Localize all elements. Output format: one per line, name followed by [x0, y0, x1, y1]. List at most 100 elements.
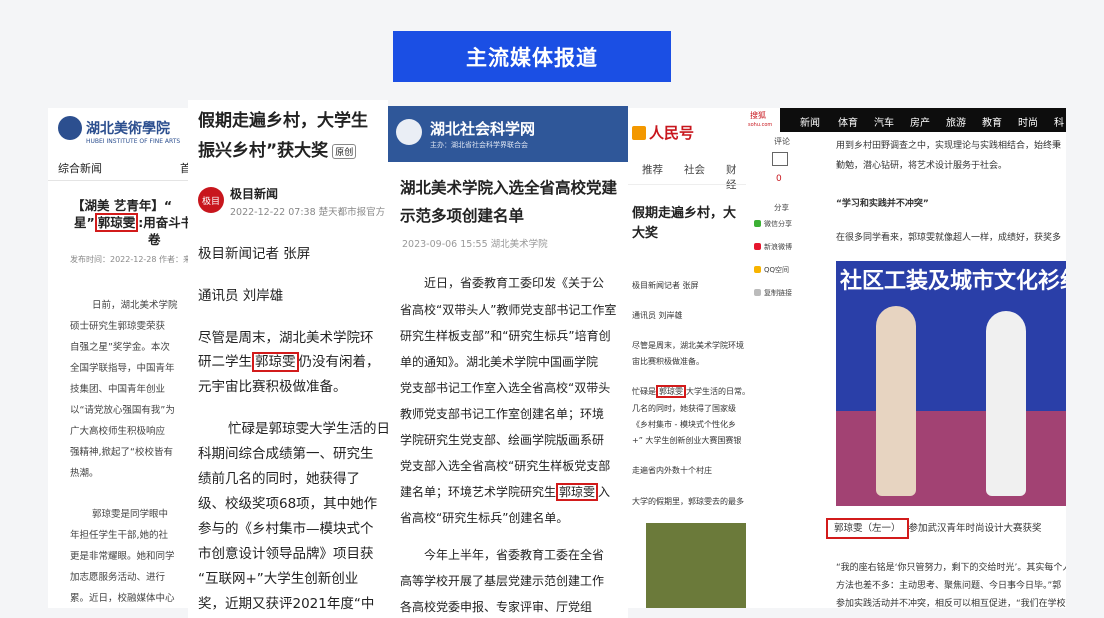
body-line: 忙碌是 郭琼雯 大学生活的日常。: [632, 385, 746, 398]
avatar[interactable]: 极目: [198, 187, 224, 213]
body-line: 高等学校开展了基层党建示范创建工作: [400, 574, 605, 588]
nav-item-realestate[interactable]: 房产: [910, 114, 930, 129]
share-wechat[interactable]: 微信分享: [754, 219, 792, 229]
body-line: 广大高校师生积极响应: [70, 426, 166, 437]
link-icon: [754, 289, 761, 296]
screenshot-hubei-social-science: 湖北社会科学网 主办：湖北省社会科学界联合会 湖北美术学院入选全省高校党建 示范…: [388, 106, 628, 618]
name-highlight: 郭琼雯: [252, 352, 299, 372]
copy-link[interactable]: 复制链接: [754, 288, 792, 298]
body-line: “我的座右铭是‘你只管努力，剩下的交给时光’。其实每个人: [836, 563, 1066, 573]
section-subtitle: “学习和实践并不冲突”: [836, 199, 929, 209]
reporter-line: 极目新闻记者 张屏: [198, 246, 311, 262]
body-line: 自强之星”奖学金。本次: [70, 342, 170, 353]
nav-item-sports[interactable]: 体育: [838, 114, 858, 129]
body-line: 加志愿服务活动、进行: [70, 572, 166, 583]
nav-item-travel[interactable]: 旅游: [946, 114, 966, 129]
org-subtitle: 主办：湖北省社会科学界联合会: [430, 141, 528, 149]
name-highlight: 郭琼雯: [656, 385, 686, 398]
share-qzone[interactable]: QQ空间: [754, 265, 789, 275]
site-header: 湖北社会科学网 主办：湖北省社会科学界联合会: [388, 106, 628, 162]
nav-item-home[interactable]: 首: [180, 160, 188, 176]
nav-item-general-news[interactable]: 综合新闻: [58, 160, 102, 176]
name-highlight: 郭琼雯（左一）: [826, 518, 909, 539]
body-line: 技集团、中国青年创业: [70, 384, 166, 395]
divider: [48, 180, 188, 181]
body-line: 科期间综合成绩第一、研究生: [198, 446, 374, 462]
body-line: 宙比赛积极做准备。: [632, 357, 704, 366]
comment-count: 0: [776, 174, 782, 184]
banner-title: 主流媒体报道: [466, 45, 598, 70]
correspondent-line: 通讯员 刘岸雄: [198, 288, 284, 304]
body-line: 参与的《乡村集市—模块式个: [198, 521, 374, 537]
article-title-line: 大奖: [632, 226, 659, 241]
share-weibo[interactable]: 新浪微博: [754, 242, 792, 252]
body-line: 今年上半年，省委教育工委在全省: [424, 548, 605, 562]
body-line: 市创意设计领导品牌》项目获: [198, 546, 374, 562]
weibo-icon: [754, 243, 761, 250]
body-line: 各高校党委申报、专家评审、厅党组: [400, 600, 593, 614]
body-line: 省高校“研究生标兵”创建名单。: [400, 511, 569, 525]
article-title-line: 湖北美术学院入选全省高校党建: [400, 179, 618, 197]
publish-meta: 2022-12-22 07:38 楚天都市报官方: [230, 207, 386, 218]
body-line: 用到乡村田野调查之中，实现理论与实践相结合，始终秉: [836, 141, 1062, 151]
reporter-line: 极目新闻记者 张屏: [632, 281, 699, 290]
author-name[interactable]: 极目新闻: [230, 185, 278, 202]
body-line: 全国学联指导，中国青年: [70, 363, 175, 374]
body-line: 强精神,掀起了“校校皆有: [70, 447, 173, 458]
body-line: 走遍省内外数十个村庄: [632, 466, 712, 475]
qzone-icon: [754, 266, 761, 273]
body-line: +” 大学生创新创业大赛国赛银: [632, 436, 742, 445]
body-line: 郭琼雯是同学眼中: [92, 509, 169, 520]
body-line: 尽管是周末，湖北美术学院环: [198, 330, 374, 346]
article-title-line: 星” 郭琼雯:用奋斗书: [74, 213, 188, 232]
body-line: 几名的同时，她获得了国家级: [632, 404, 736, 413]
publish-date: 2023-09-06 15:55 湖北美术学院: [402, 239, 548, 250]
nav-item-recommend[interactable]: 推荐: [642, 162, 663, 177]
body-line: 累。近日，校融媒体中心: [70, 593, 175, 604]
body-line: 硕士研究生郭琼雯荣获: [70, 321, 166, 332]
body-line: 在很多同学看来，郭琼雯就像超人一样，成绩好，获奖多: [836, 233, 1062, 243]
comment-label[interactable]: 评论: [774, 136, 790, 147]
comment-icon[interactable]: [772, 152, 788, 166]
body-line: 方法也差不多：主动思考、聚焦问题、今日事今日毕。”郭: [836, 581, 1062, 591]
org-emblem-icon: [396, 119, 422, 145]
body-line: 单的通知》。湖北美术学院中国画学院: [400, 355, 599, 369]
article-title-line: 卷: [148, 232, 161, 247]
person-figure: [986, 311, 1026, 496]
body-line: 级、校级奖项68项，其中她作: [198, 496, 378, 512]
photo-banner-text: 社区工装及城市文化衫组: [840, 269, 1066, 294]
nav-item-education[interactable]: 教育: [982, 114, 1002, 129]
body-line: 党支部书记工作室入选全省高校“双带头: [400, 381, 611, 395]
award-photo: 社区工装及城市文化衫组: [836, 261, 1066, 506]
body-line: 省高校“双带头人”教师党支部书记工作室: [400, 303, 617, 317]
brand-logo: 人民号: [632, 122, 694, 143]
screenshot-sohu: 搜狐 sohu.com 新闻 体育 汽车 房产 旅游 教育 时尚 科 评论 0 …: [746, 108, 1066, 608]
logo-english-name: HUBEI INSTITUTE OF FINE ARTS: [86, 138, 181, 145]
sohu-logo[interactable]: 搜狐 sohu.com: [746, 108, 780, 132]
body-line: 建名单；环境艺术学院研究生 郭琼雯入: [400, 483, 611, 501]
nav-item-tech[interactable]: 科: [1054, 114, 1064, 129]
screenshot-hifa-news: 湖北美術學院 HUBEI INSTITUTE OF FINE ARTS 综合新闻…: [48, 108, 188, 608]
divider: [628, 184, 746, 185]
body-line: 学院研究生党支部、绘画学院版画系研: [400, 433, 605, 447]
body-line: 元宇宙比赛积极做准备。: [198, 379, 347, 395]
body-line: 研究生样板支部”和“研究生标兵”培育创: [400, 329, 611, 343]
nav-item-society[interactable]: 社会: [684, 162, 705, 177]
school-seal-icon: [58, 116, 82, 140]
nav-item-finance[interactable]: 财经: [726, 162, 746, 192]
article-title-line: 示范多项创建名单: [400, 207, 525, 225]
article-title-line: 假期走遍乡村，大: [632, 206, 737, 221]
body-line: “互联网+”大学生创新创业: [198, 571, 359, 587]
body-line: 热潮。: [70, 468, 99, 479]
body-line: 尽管是周末，湖北美术学院环境: [632, 341, 744, 350]
body-line: 以“请党放心强国有我”为: [70, 405, 175, 416]
nav-item-fashion[interactable]: 时尚: [1018, 114, 1038, 129]
body-line: 更是非常耀眼。她和同学: [70, 551, 175, 562]
name-highlight: 郭琼雯: [556, 483, 599, 501]
nav-item-auto[interactable]: 汽车: [874, 114, 894, 129]
screenshot-peoples-daily: 人民号 推荐 社会 财经 假期走遍乡村，大 大奖 极目新闻记者 张屏 通讯员 刘…: [628, 108, 746, 608]
nav-item-news[interactable]: 新闻: [800, 114, 820, 129]
person-figure: [876, 306, 916, 496]
article-photo: [646, 523, 746, 608]
brand-icon: [632, 126, 646, 140]
